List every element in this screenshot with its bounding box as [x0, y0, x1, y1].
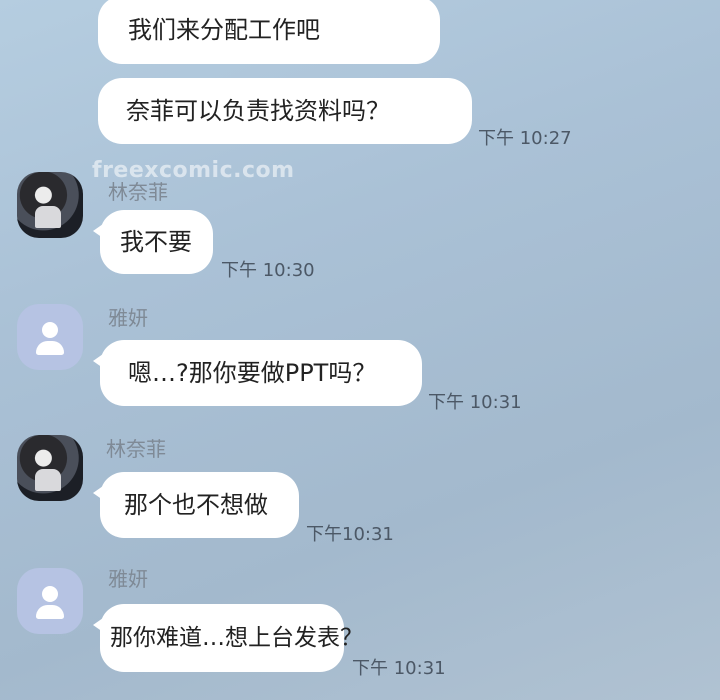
- message-bubble[interactable]: 奈菲可以负责找资料吗？: [98, 78, 472, 144]
- sender-name: 林奈菲: [106, 437, 166, 461]
- message-text: 那你难道…想上台发表？: [110, 624, 363, 651]
- message-bubble[interactable]: 我不要: [93, 210, 213, 274]
- message-text: 我们来分配工作吧: [128, 16, 320, 44]
- message-bubble[interactable]: 我们来分配工作吧: [98, 0, 440, 64]
- message-bubble[interactable]: 那个也不想做: [93, 472, 299, 538]
- message-bubble[interactable]: 嗯…?那你要做PPT吗？: [93, 340, 422, 406]
- sender-name: 雅妍: [108, 306, 148, 330]
- message-text: 那个也不想做: [124, 491, 268, 519]
- avatar[interactable]: [17, 304, 83, 370]
- message-text: 嗯…?那你要做PPT吗？: [128, 359, 377, 387]
- message-timestamp: 下午 10:27: [478, 128, 572, 149]
- message-timestamp: 下午10:31: [306, 524, 394, 545]
- avatar[interactable]: [17, 435, 83, 501]
- avatar[interactable]: [17, 172, 83, 238]
- message-timestamp: 下午 10:30: [221, 260, 315, 281]
- sender-name: 林奈菲: [108, 180, 168, 204]
- avatar[interactable]: [17, 568, 83, 634]
- message-text: 奈菲可以负责找资料吗？: [126, 97, 390, 125]
- message-timestamp: 下午 10:31: [352, 658, 446, 679]
- message-text: 我不要: [120, 228, 192, 256]
- message-timestamp: 下午 10:31: [428, 392, 522, 413]
- message-bubble[interactable]: 那你难道…想上台发表？: [93, 604, 363, 672]
- sender-name: 雅妍: [108, 567, 148, 591]
